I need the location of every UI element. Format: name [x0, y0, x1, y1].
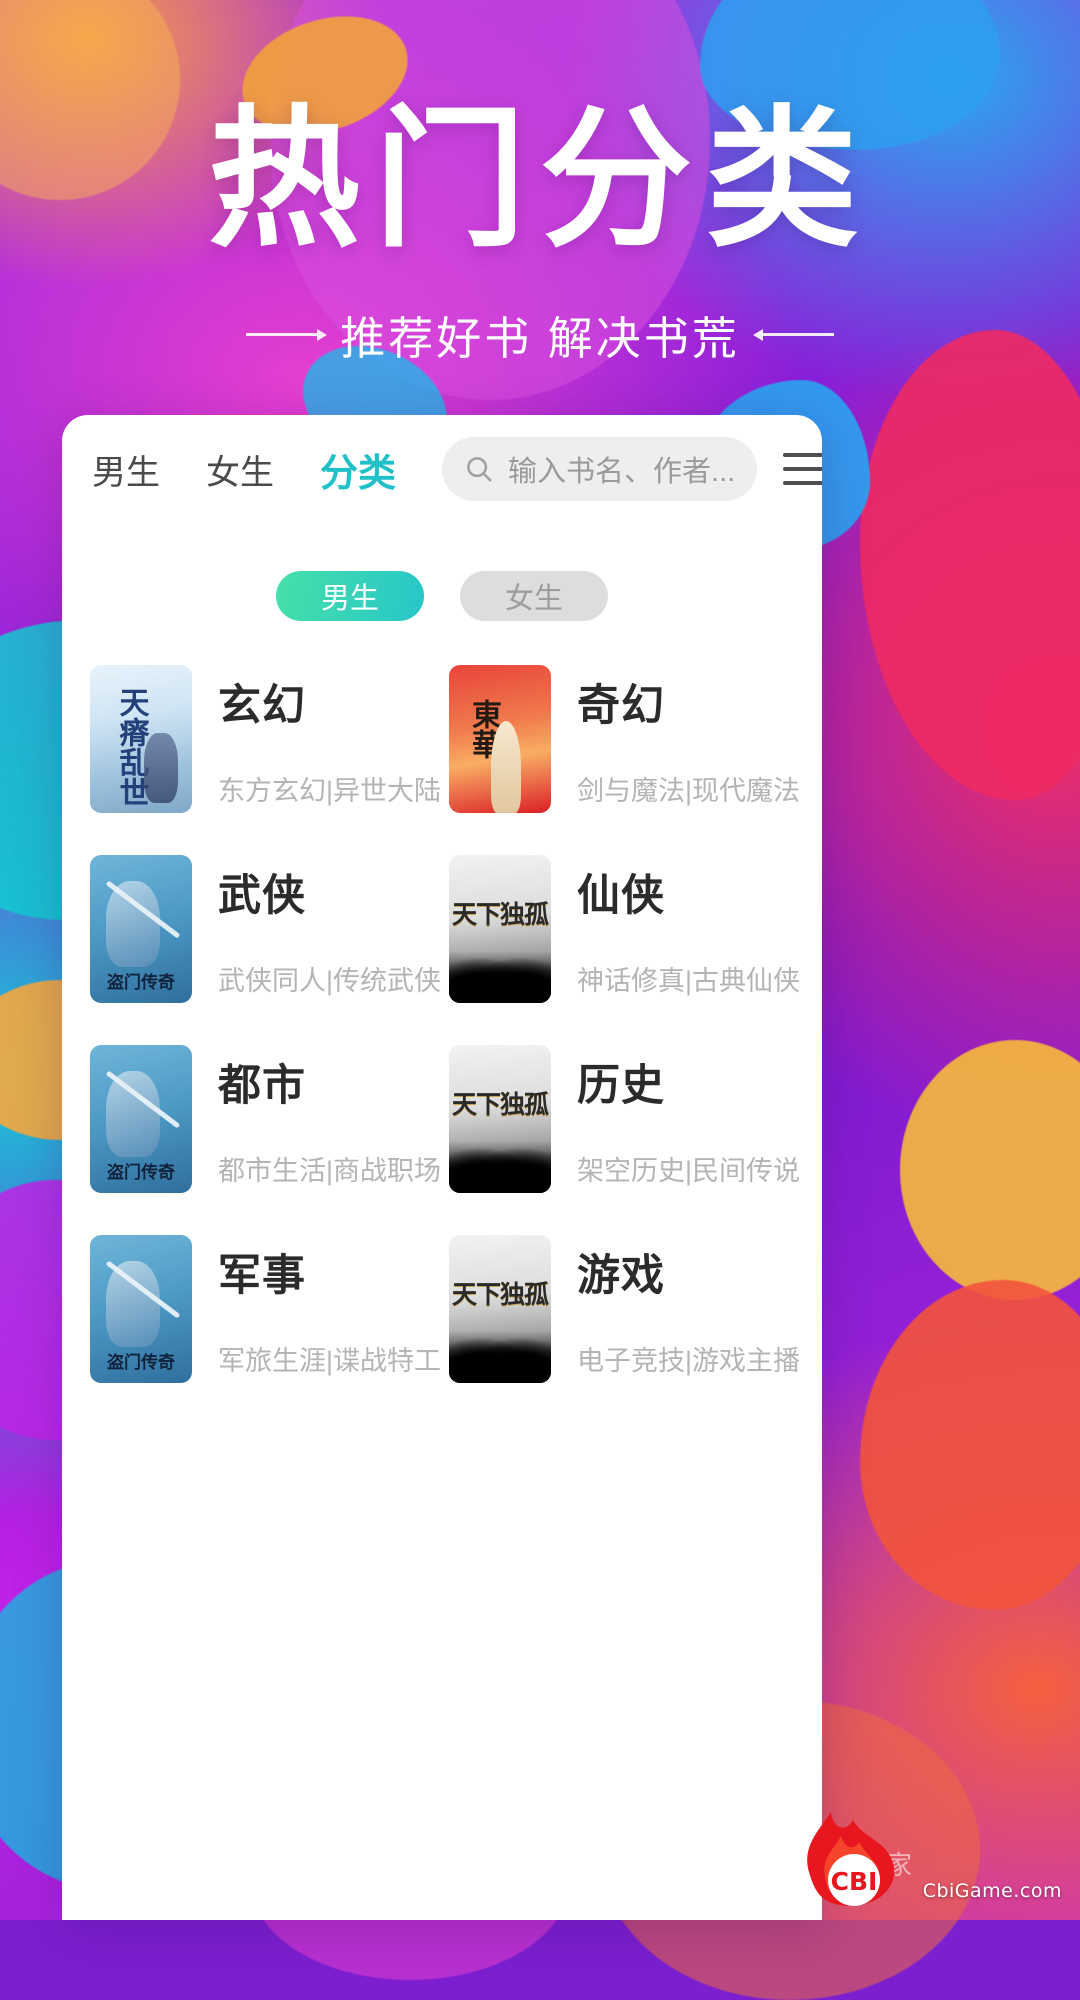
category-subtitle: 武侠同人|传统武侠 — [218, 965, 442, 996]
category-text-block: 武侠武侠同人|传统武侠 — [218, 861, 441, 998]
cover-title-text: 盗门传奇 — [107, 1163, 175, 1183]
gender-filter-group: 男生 女生 — [62, 571, 822, 621]
filter-pill-female[interactable]: 女生 — [460, 571, 608, 621]
svg-text:CBI: CBI — [830, 1867, 877, 1896]
category-text-block: 仙侠神话修真|古典仙侠 — [577, 861, 800, 998]
category-text-block: 都市都市生活|商战职场 — [218, 1051, 441, 1188]
category-text-block: 历史架空历史|民间传说 — [577, 1051, 800, 1188]
category-title: 游戏 — [577, 1251, 665, 1300]
cbi-flame-logo-icon: CBI — [791, 1806, 917, 1910]
site-watermark: 玩家 CBI CbiGame.com — [791, 1806, 1062, 1910]
hero-rule-right-icon — [752, 329, 834, 341]
cover-title-text: 東華 — [466, 699, 501, 759]
category-item[interactable]: 天下独孤 游戏电子竞技|游戏主播 — [449, 1235, 808, 1383]
category-title: 武侠 — [218, 871, 306, 920]
cover-title-text: 天下独孤 — [451, 900, 549, 929]
category-title: 玄幻 — [218, 681, 306, 730]
search-icon — [467, 457, 492, 482]
category-cover-thumbnail: 天下独孤 — [449, 1235, 551, 1383]
cover-title-text: 盗门传奇 — [107, 1353, 175, 1373]
category-title: 历史 — [577, 1061, 665, 1110]
category-cover-thumbnail: 盗门传奇 — [90, 1045, 192, 1193]
category-subtitle: 神话修真|古典仙侠 — [577, 965, 801, 996]
app-window-card: 男生 女生 分类 输入书名、作者... 男生 女生 天瘠乱世 玄幻东方玄幻|异世大… — [62, 415, 822, 1920]
category-cover-thumbnail: 天下独孤 — [449, 855, 551, 1003]
category-subtitle: 架空历史|民间传说 — [577, 1155, 801, 1186]
category-cover-thumbnail: 東華 — [449, 665, 551, 813]
cover-title-text: 天下独孤 — [451, 1090, 549, 1119]
top-nav-bar: 男生 女生 分类 输入书名、作者... — [62, 415, 822, 523]
filter-pill-male[interactable]: 男生 — [276, 571, 424, 621]
category-item[interactable]: 天瘠乱世 玄幻东方玄幻|异世大陆 — [90, 665, 449, 813]
cover-title-text: 盗门传奇 — [107, 973, 175, 993]
hero-rule-left-icon — [246, 329, 328, 341]
hero-banner: 热门分类 推荐好书 解决书荒 — [0, 0, 1080, 415]
search-input[interactable]: 输入书名、作者... — [442, 437, 758, 501]
menu-line — [783, 481, 822, 485]
category-subtitle: 电子竞技|游戏主播 — [577, 1345, 801, 1376]
category-item[interactable]: 盗门传奇 都市都市生活|商战职场 — [90, 1045, 449, 1193]
page-title: 热门分类 — [208, 91, 872, 268]
category-subtitle: 都市生活|商战职场 — [218, 1155, 442, 1186]
hero-subtitle: 推荐好书 解决书荒 — [340, 313, 740, 364]
category-subtitle: 军旅生涯|谍战特工 — [218, 1345, 442, 1376]
tab-male[interactable]: 男生 — [92, 445, 160, 494]
category-item[interactable]: 盗门传奇 军事军旅生涯|谍战特工 — [90, 1235, 449, 1383]
category-subtitle: 剑与魔法|现代魔法 — [577, 775, 801, 806]
tab-category[interactable]: 分类 — [320, 442, 396, 497]
category-title: 仙侠 — [577, 871, 665, 920]
category-item[interactable]: 東華 奇幻剑与魔法|现代魔法 — [449, 665, 808, 813]
category-text-block: 玄幻东方玄幻|异世大陆 — [218, 671, 441, 808]
hero-subtitle-row: 推荐好书 解决书荒 — [246, 302, 834, 367]
category-subtitle: 东方玄幻|异世大陆 — [218, 775, 442, 806]
category-grid: 天瘠乱世 玄幻东方玄幻|异世大陆 東華 奇幻剑与魔法|现代魔法盗门传奇 武侠武侠同人|传… — [62, 665, 822, 1383]
category-title: 军事 — [218, 1251, 306, 1300]
cover-title-text: 天瘠乱世 — [113, 687, 149, 807]
category-item[interactable]: 盗门传奇 武侠武侠同人|传统武侠 — [90, 855, 449, 1003]
category-cover-thumbnail: 天下独孤 — [449, 1045, 551, 1193]
category-item[interactable]: 天下独孤 历史架空历史|民间传说 — [449, 1045, 808, 1193]
search-placeholder-text: 输入书名、作者... — [508, 456, 736, 488]
background-blob — [900, 1040, 1080, 1300]
category-cover-thumbnail: 天瘠乱世 — [90, 665, 192, 813]
menu-line — [783, 453, 822, 457]
category-title: 都市 — [218, 1061, 306, 1110]
menu-line — [783, 467, 822, 471]
background-blob — [860, 1280, 1080, 1610]
tab-female[interactable]: 女生 — [206, 445, 274, 494]
watermark-site-url: CbiGame.com — [922, 1880, 1062, 1902]
category-text-block: 奇幻剑与魔法|现代魔法 — [577, 671, 800, 808]
category-text-block: 军事军旅生涯|谍战特工 — [218, 1241, 441, 1378]
category-cover-thumbnail: 盗门传奇 — [90, 855, 192, 1003]
category-text-block: 游戏电子竞技|游戏主播 — [577, 1241, 800, 1378]
category-title: 奇幻 — [577, 681, 665, 730]
category-cover-thumbnail: 盗门传奇 — [90, 1235, 192, 1383]
category-item[interactable]: 天下独孤 仙侠神话修真|古典仙侠 — [449, 855, 808, 1003]
cover-title-text: 天下独孤 — [451, 1280, 549, 1309]
hamburger-menu-icon[interactable] — [783, 453, 822, 485]
